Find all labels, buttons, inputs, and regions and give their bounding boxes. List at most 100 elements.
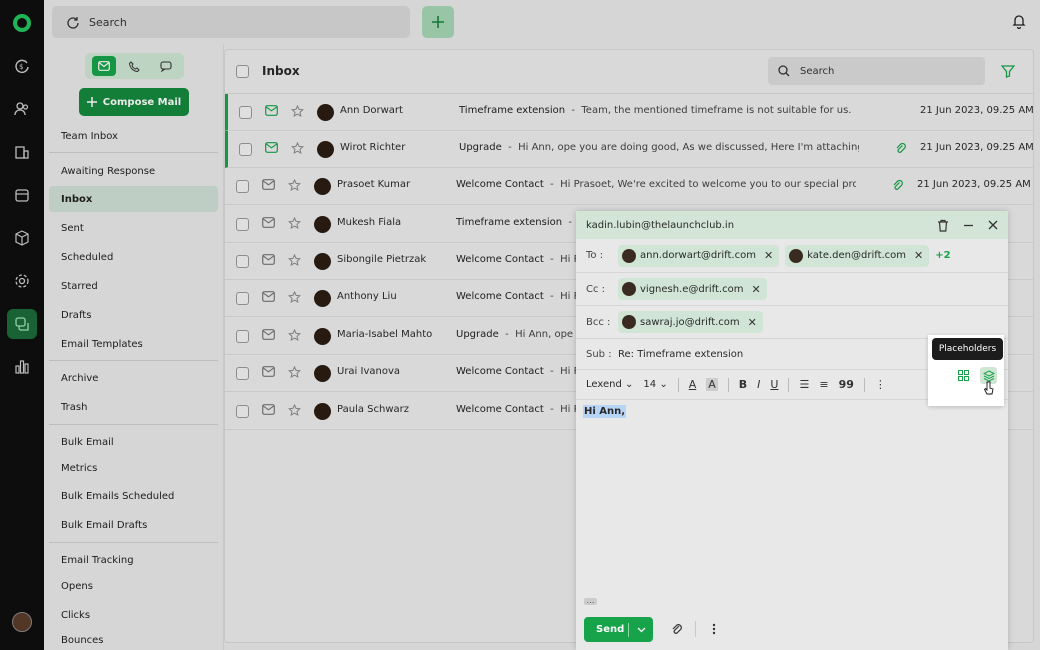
compose-header: kadin.lubin@thelaunchclub.in (576, 211, 1008, 239)
nav-inbox[interactable]: Inbox (49, 186, 218, 212)
row-checkbox[interactable] (236, 180, 249, 193)
contacts-icon[interactable] (7, 94, 37, 124)
nav-trash[interactable]: Trash (49, 394, 218, 420)
recipient-chip[interactable]: kate.den@drift.com ✕ (785, 244, 930, 267)
user-avatar[interactable] (12, 612, 32, 632)
nav-archive[interactable]: Archive (49, 365, 218, 391)
send-options-chevron-icon[interactable] (629, 627, 653, 633)
quote-icon[interactable]: 99 (839, 378, 854, 391)
mail-read-icon (262, 179, 275, 190)
remove-recipient-icon[interactable]: ✕ (914, 249, 923, 262)
nav-email-templates[interactable]: Email Templates (49, 331, 218, 357)
font-family-select[interactable]: Lexend ⌄ (586, 379, 633, 390)
nav-bounces[interactable]: Bounces (49, 630, 218, 650)
remove-cc-icon[interactable]: ✕ (751, 283, 760, 296)
more-recipients-count[interactable]: +2 (935, 250, 950, 261)
nav-opens[interactable]: Opens (49, 573, 218, 599)
filter-icon[interactable] (1001, 64, 1015, 78)
cc-field[interactable]: Cc : vignesh.e@drift.com ✕ (576, 273, 1008, 306)
more-actions-icon[interactable] (712, 623, 716, 635)
star-icon[interactable] (288, 254, 301, 267)
bar-chart-icon[interactable] (7, 352, 37, 382)
row-checkbox[interactable] (236, 218, 249, 231)
to-field[interactable]: To : ann.dorwart@drift.com ✕ kate.den@dri… (576, 239, 1008, 273)
row-checkbox[interactable] (236, 255, 249, 268)
mail-row[interactable]: Prasoet Kumar Welcome Contact - Hi Prasoe… (225, 168, 1033, 205)
mail-row[interactable]: Ann Dorwart Timeframe extension - Team, t… (225, 94, 1034, 131)
nav-team-inbox[interactable]: Team Inbox (49, 123, 218, 149)
row-checkbox[interactable] (239, 106, 252, 119)
nav-metrics[interactable]: Metrics (49, 455, 218, 481)
mail-snippet: Timeframe extension - Team, the mentione… (459, 105, 852, 116)
cc-chip[interactable]: vignesh.e@drift.com ✕ (618, 278, 767, 300)
mail-unread-icon (265, 105, 278, 116)
star-icon[interactable] (291, 142, 304, 155)
more-options-icon[interactable]: ⋮ (875, 378, 886, 391)
nav-bulk-email[interactable]: Bulk Email (49, 429, 218, 455)
attach-link-icon[interactable] (671, 623, 684, 636)
star-icon[interactable] (288, 217, 301, 230)
highlight-color-icon[interactable]: A (706, 378, 718, 391)
remove-recipient-icon[interactable]: ✕ (764, 249, 773, 262)
font-size-select[interactable]: 14 ⌄ (643, 379, 667, 390)
underline-icon[interactable]: U (770, 378, 778, 391)
nav-bulk-email-drafts[interactable]: Bulk Email Drafts (49, 512, 218, 538)
notification-bell-icon[interactable] (1012, 14, 1026, 29)
building-icon[interactable] (7, 137, 37, 167)
star-icon[interactable] (288, 179, 301, 192)
trash-icon[interactable] (937, 219, 949, 232)
add-button[interactable] (422, 6, 454, 38)
text-color-icon[interactable]: A (689, 378, 697, 391)
italic-icon[interactable]: I (757, 378, 760, 391)
show-trimmed-content-icon[interactable]: … (584, 597, 597, 605)
bullet-list-icon[interactable]: ☰ (799, 378, 809, 391)
settings-icon[interactable] (7, 266, 37, 296)
row-checkbox[interactable] (236, 292, 249, 305)
remove-bcc-icon[interactable]: ✕ (748, 316, 757, 329)
star-icon[interactable] (288, 366, 301, 379)
close-icon[interactable] (988, 220, 998, 230)
row-checkbox[interactable] (239, 143, 252, 156)
sender-name: Maria-Isabel Mahto (337, 329, 433, 340)
compose-mail-button[interactable]: Compose Mail (79, 88, 189, 116)
star-icon[interactable] (288, 329, 301, 342)
inbox-search-input[interactable]: Search (768, 57, 985, 85)
box-icon[interactable] (7, 223, 37, 253)
bold-icon[interactable]: B (739, 378, 747, 391)
sender-name: Anthony Liu (337, 291, 397, 302)
star-icon[interactable] (288, 291, 301, 304)
recipient-chip[interactable]: ann.dorwart@drift.com ✕ (618, 244, 780, 267)
app-logo-icon[interactable] (7, 8, 37, 38)
nav-starred[interactable]: Starred (49, 273, 218, 299)
select-all-checkbox[interactable] (236, 65, 249, 78)
chat-channel-button[interactable] (154, 56, 178, 76)
row-checkbox[interactable] (236, 330, 249, 343)
nav-sent[interactable]: Sent (49, 215, 218, 241)
calendar-icon[interactable] (7, 180, 37, 210)
row-checkbox[interactable] (236, 405, 249, 418)
phone-channel-button[interactable] (123, 56, 147, 76)
nav-clicks[interactable]: Clicks (49, 602, 218, 628)
messages-icon[interactable] (7, 309, 37, 339)
dollar-refresh-icon[interactable]: $ (7, 51, 37, 81)
mail-row[interactable]: Wirot Richter Upgrade - Hi Ann, ope you a… (225, 131, 1034, 168)
nav-bulk-emails-scheduled[interactable]: Bulk Emails Scheduled (49, 483, 218, 509)
global-search-input[interactable]: Search (52, 6, 410, 38)
message-body-selection[interactable]: Hi Ann, (583, 405, 627, 418)
nav-email-tracking[interactable]: Email Tracking (49, 547, 218, 573)
send-button[interactable]: Send (584, 617, 653, 642)
star-icon[interactable] (291, 105, 304, 118)
row-checkbox[interactable] (236, 367, 249, 380)
nav-drafts[interactable]: Drafts (49, 302, 218, 328)
bcc-chip[interactable]: sawraj.jo@drift.com ✕ (618, 311, 763, 333)
mail-list-header: Inbox Search (225, 50, 1033, 94)
minimize-icon[interactable] (963, 220, 974, 231)
nav-scheduled[interactable]: Scheduled (49, 244, 218, 270)
mail-read-icon (262, 217, 275, 228)
nav-awaiting-response[interactable]: Awaiting Response (49, 158, 218, 184)
mail-channel-button[interactable] (91, 56, 116, 76)
align-icon[interactable]: ≡ (819, 378, 828, 391)
star-icon[interactable] (288, 404, 301, 417)
nav-divider (49, 152, 218, 153)
grid-icon[interactable] (958, 370, 969, 381)
